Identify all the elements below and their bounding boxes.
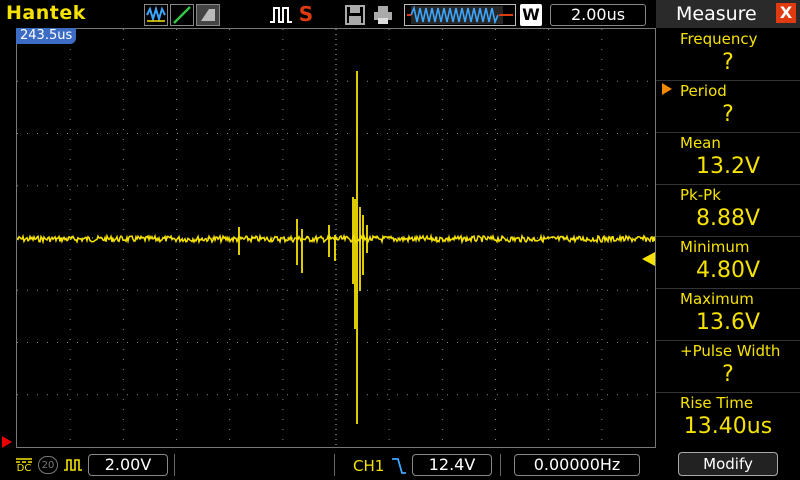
measure-value: 13.40us	[683, 414, 773, 439]
trigger-source-label: CH1	[353, 457, 385, 475]
measure-value: ?	[722, 50, 734, 75]
measure-slot-rise-time[interactable]: Rise Time 13.40us	[656, 392, 800, 444]
measure-label: Rise Time	[680, 394, 754, 412]
divider	[334, 454, 335, 476]
probe-icon	[62, 456, 84, 474]
trigger-level-readout[interactable]: 12.4V	[412, 454, 492, 476]
measure-value: 4.80V	[695, 258, 761, 283]
divider	[174, 454, 175, 476]
trigger-level-icon[interactable]	[642, 252, 655, 266]
measure-label: Frequency	[680, 30, 758, 48]
window-zoom-button[interactable]: W	[520, 4, 542, 26]
modify-button[interactable]: Modify	[678, 452, 778, 476]
bandwidth-20-icon: 20	[38, 456, 58, 474]
trigger-mode-indicator: S	[298, 2, 314, 26]
frequency-counter-readout: 0.00000Hz	[514, 454, 640, 476]
channel-marker-icon[interactable]	[2, 436, 12, 448]
memory-trace-icon[interactable]	[404, 4, 516, 26]
measure-title: Measure	[676, 3, 757, 25]
brand-logo: Hantek	[6, 2, 86, 24]
persistence-icon[interactable]	[196, 4, 220, 26]
measure-header: Measure X	[656, 0, 800, 28]
measure-label: Pk-Pk	[680, 186, 721, 204]
edge-slope-icon[interactable]	[170, 4, 194, 26]
measure-value: 8.88V	[695, 206, 761, 231]
measure-value: 13.2V	[695, 154, 761, 179]
waveform-display[interactable]	[16, 28, 656, 448]
waveform-math-icon[interactable]	[144, 4, 168, 26]
measure-slot-pkpk[interactable]: Pk-Pk 8.88V	[656, 184, 800, 236]
selected-marker-icon	[662, 83, 672, 95]
measure-slot-maximum[interactable]: Maximum 13.6V	[656, 288, 800, 340]
measure-value: ?	[722, 362, 734, 387]
measure-label: Minimum	[680, 238, 750, 256]
measure-value: ?	[722, 102, 734, 127]
pulse-trigger-icon[interactable]	[268, 4, 294, 26]
volts-div-readout[interactable]: 2.00V	[88, 454, 168, 476]
divider	[500, 454, 501, 476]
trigger-edge-icon[interactable]	[390, 456, 408, 476]
measure-label: Mean	[680, 134, 721, 152]
measure-slot-period[interactable]: Period ?	[656, 80, 800, 132]
measure-slot-mean[interactable]: Mean 13.2V	[656, 132, 800, 184]
measure-value: 13.6V	[695, 310, 761, 335]
trigger-position-badge[interactable]: 243.5us	[16, 28, 77, 44]
close-icon[interactable]: X	[776, 3, 796, 23]
bottom-status-bar: DC 20 2.00V CH1 12.4V 0.00000Hz	[0, 448, 656, 480]
channel1-waveform	[17, 233, 655, 245]
printer-icon[interactable]	[372, 4, 394, 26]
save-disk-icon[interactable]	[344, 4, 366, 26]
timebase-readout[interactable]: 2.00us	[550, 4, 646, 26]
measure-panel: Measure X Frequency ? Period ? Mean 13.2…	[656, 0, 800, 480]
measure-slot-minimum[interactable]: Minimum 4.80V	[656, 236, 800, 288]
measure-slot-pulse-width[interactable]: +Pulse Width ?	[656, 340, 800, 392]
measure-label: +Pulse Width	[680, 342, 781, 360]
measure-slot-frequency[interactable]: Frequency ?	[656, 28, 800, 80]
waveform-graticule	[17, 29, 655, 447]
top-toolbar: Hantek S W 2.00us	[0, 0, 656, 28]
measure-label: Period	[680, 82, 727, 100]
coupling-dc-icon: DC	[16, 458, 32, 474]
measure-label: Maximum	[680, 290, 754, 308]
